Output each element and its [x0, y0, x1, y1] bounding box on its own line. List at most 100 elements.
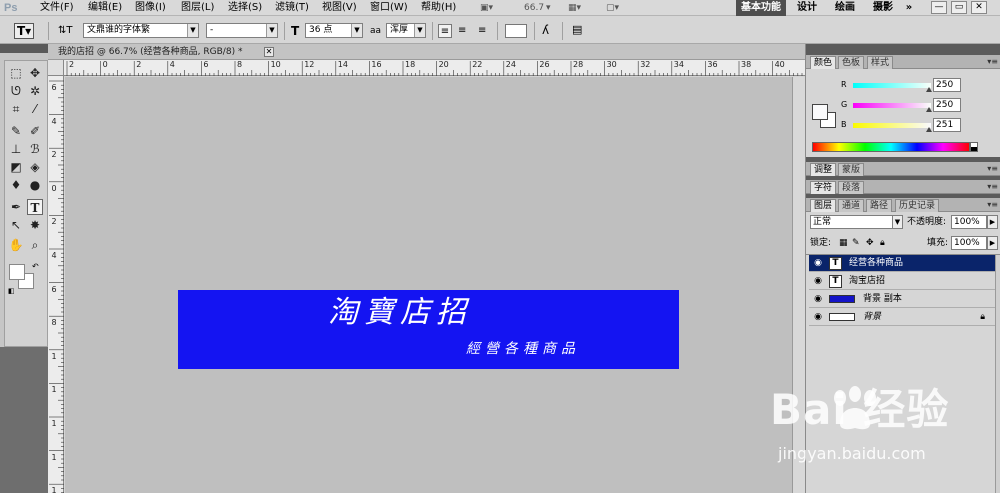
tab-masks[interactable]: 蒙版 — [838, 163, 865, 176]
lock-transparent-icon[interactable]: ▦ — [839, 236, 848, 250]
font-style-select[interactable]: - ▼ — [206, 23, 278, 38]
marquee-tool-icon[interactable]: ⬚ — [8, 65, 24, 81]
menu-help[interactable]: 帮助(H) — [421, 0, 456, 16]
visibility-eye-icon[interactable]: ◉ — [812, 312, 824, 323]
zoom-dropdown-icon[interactable]: ▾ — [546, 2, 551, 14]
workspace-photography[interactable]: 摄影 — [866, 0, 900, 16]
menu-view[interactable]: 视图(V) — [322, 0, 357, 16]
fill-input[interactable]: 100% — [951, 236, 987, 250]
lock-position-icon[interactable]: ✥ — [866, 236, 874, 250]
close-icon[interactable]: ✕ — [264, 47, 274, 57]
workspace-painting[interactable]: 绘画 — [828, 0, 862, 16]
chevron-down-icon[interactable]: ▼ — [892, 215, 903, 229]
menu-layer[interactable]: 图层(L) — [181, 0, 214, 16]
layer-row-text-title[interactable]: ◉ T 淘宝店招 — [809, 273, 995, 290]
panel-header[interactable] — [806, 44, 1000, 55]
blue-channel-value[interactable]: 251 — [933, 118, 961, 132]
panel-menu-icon[interactable]: ▾≡ — [987, 182, 998, 191]
dodge-tool-icon[interactable]: ● — [27, 177, 43, 193]
menu-image[interactable]: 图像(I) — [135, 0, 166, 16]
tab-paths[interactable]: 路径 — [866, 199, 893, 212]
menu-filter[interactable]: 滤镜(T) — [275, 0, 309, 16]
move-tool-icon[interactable]: ✥ — [27, 65, 43, 81]
antialias-select[interactable]: 浑厚 ▼ — [386, 23, 426, 38]
blur-tool-icon[interactable]: ♦ — [8, 177, 24, 193]
restore-button[interactable]: ▭ — [951, 1, 967, 14]
align-right-icon[interactable]: ≡ — [478, 24, 486, 38]
tab-paragraph[interactable]: 段落 — [838, 181, 865, 194]
shape-tool-icon[interactable]: ✸ — [27, 217, 43, 233]
panel-menu-icon[interactable]: ▾≡ — [987, 57, 998, 66]
crop-tool-icon[interactable]: ⌗ — [8, 101, 24, 117]
magic-wand-icon[interactable]: ✲ — [27, 83, 43, 99]
visibility-eye-icon[interactable]: ◉ — [812, 294, 824, 305]
layer-row-background-copy[interactable]: ◉ 背景 副本 — [809, 291, 995, 308]
red-channel-thumb[interactable] — [926, 87, 933, 92]
screen-mode-menu-icon[interactable]: ▢▾ — [606, 2, 619, 14]
minimize-button[interactable]: — — [931, 1, 947, 14]
tab-color[interactable]: 颜色 — [810, 56, 837, 69]
red-channel-value[interactable]: 250 — [933, 78, 961, 92]
blue-channel-thumb[interactable] — [926, 127, 933, 132]
zoom-tool-icon[interactable]: ⌕ — [27, 237, 43, 253]
tab-layers[interactable]: 图层 — [810, 199, 837, 212]
workspace-more[interactable]: » — [902, 0, 916, 16]
green-channel-thumb[interactable] — [926, 107, 933, 112]
blend-mode-select[interactable]: 正常 — [810, 215, 900, 229]
path-selection-icon[interactable]: ↖ — [8, 217, 24, 233]
pen-tool-icon[interactable]: ✒ — [8, 199, 24, 215]
foreground-color-swatch[interactable] — [9, 264, 25, 280]
brush-tool-icon[interactable]: ✐ — [27, 123, 43, 139]
layer-row-text-subtitle[interactable]: ◉ T 经营各种商品 — [809, 255, 995, 272]
zoom-level[interactable]: 66.7 — [524, 2, 544, 14]
banner-subtitle-text[interactable]: 經營各種商品 — [466, 340, 580, 358]
red-channel-slider[interactable]: R 250 — [806, 78, 1000, 94]
default-colors-icon[interactable]: ◧ — [8, 287, 15, 295]
paint-bucket-icon[interactable]: ◈ — [27, 159, 43, 175]
text-color-swatch[interactable] — [505, 24, 527, 38]
lock-all-icon[interactable]: 🔒︎ — [880, 236, 885, 250]
black-white-swatch[interactable] — [970, 142, 978, 152]
menu-select[interactable]: 选择(S) — [228, 0, 262, 16]
green-channel-value[interactable]: 250 — [933, 98, 961, 112]
warp-text-icon[interactable]: ʎ — [542, 23, 549, 37]
panel-menu-icon[interactable]: ▾≡ — [987, 164, 998, 173]
layer-row-background[interactable]: ◉ 背景 🔒︎ — [809, 309, 995, 326]
type-tool-icon[interactable]: T — [27, 199, 43, 215]
menu-edit[interactable]: 编辑(E) — [88, 0, 122, 16]
align-left-icon[interactable]: ≡ — [438, 24, 452, 38]
tab-character[interactable]: 字符 — [810, 181, 837, 194]
horizontal-ruler[interactable]: 2 0 2 4 6 8 10 12 14 16 18 20 22 24 26 28 30 32 34 36 38 40 — [64, 60, 805, 76]
text-orientation-icon[interactable]: ⇅T — [58, 24, 73, 38]
panel-menu-icon[interactable]: ▾≡ — [987, 200, 998, 209]
banner-artwork[interactable]: 淘寶店招 經營各種商品 — [178, 290, 679, 369]
tab-history[interactable]: 历史记录 — [895, 199, 940, 212]
font-size-select[interactable]: 36 点 ▼ — [305, 23, 363, 38]
menu-window[interactable]: 窗口(W) — [370, 0, 408, 16]
tab-swatches[interactable]: 色板 — [838, 56, 865, 69]
chevron-right-icon[interactable]: ▶ — [987, 236, 998, 250]
workspace-basic[interactable]: 基本功能 — [736, 0, 786, 16]
blue-channel-track[interactable] — [853, 123, 931, 128]
visibility-eye-icon[interactable]: ◉ — [812, 276, 824, 287]
red-channel-track[interactable] — [853, 83, 931, 88]
tab-styles[interactable]: 样式 — [867, 56, 894, 69]
lock-image-icon[interactable]: ✎ — [852, 236, 860, 250]
green-channel-track[interactable] — [853, 103, 931, 108]
tab-channels[interactable]: 通道 — [838, 199, 865, 212]
font-family-select[interactable]: 文鼎谁的字体繁 ▼ — [83, 23, 199, 38]
clone-stamp-icon[interactable]: ⊥ — [8, 141, 24, 157]
vertical-ruler[interactable]: 6 4 2 0 2 4 6 8 1 1 1 1 1 — [48, 76, 64, 493]
color-panel-foreground-swatch[interactable] — [812, 104, 828, 120]
align-center-icon[interactable]: ≡ — [458, 24, 466, 38]
hand-tool-icon[interactable]: ✋ — [8, 237, 24, 253]
blue-channel-slider[interactable]: B 251 — [806, 118, 1000, 134]
green-channel-slider[interactable]: G 250 — [806, 98, 1000, 114]
eyedropper-icon[interactable]: ⁄ — [27, 101, 43, 117]
document-tab[interactable]: 我的店招 @ 66.7% (经营各种商品, RGB/8) * ✕ — [48, 44, 805, 60]
lasso-tool-icon[interactable]: ᘎ — [8, 83, 24, 99]
banner-title-text[interactable]: 淘寶店招 — [328, 296, 472, 330]
visibility-eye-icon[interactable]: ◉ — [812, 258, 824, 269]
color-spectrum-bar[interactable] — [812, 142, 970, 152]
close-button[interactable]: ✕ — [971, 1, 987, 14]
